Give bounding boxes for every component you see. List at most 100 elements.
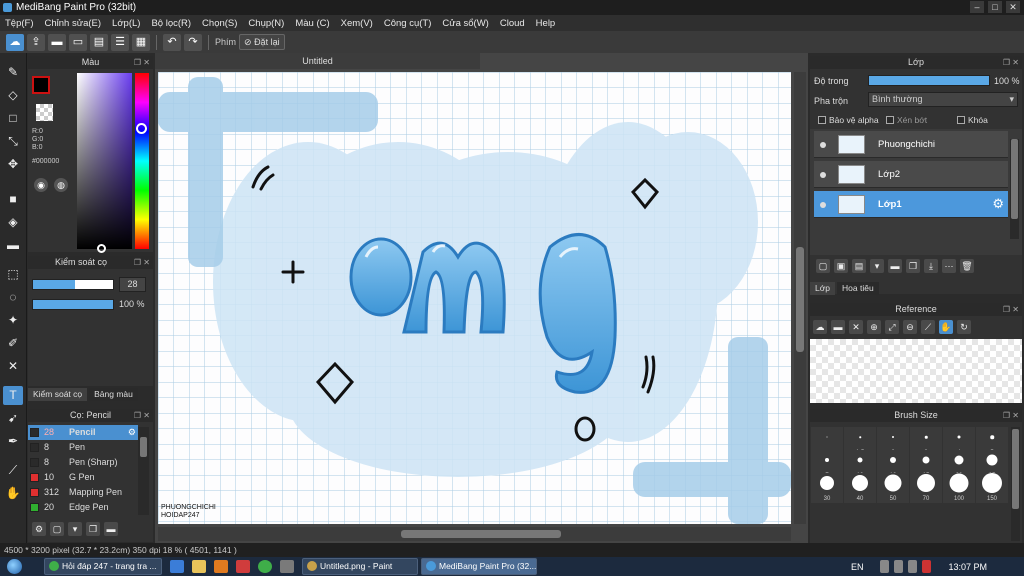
folder-icon[interactable]: ▭ [69, 33, 87, 51]
clock[interactable]: 13:07 PM [949, 562, 988, 572]
brush-size-preset[interactable]: 100 [943, 473, 975, 503]
cloud-icon[interactable]: ☁ [813, 320, 827, 334]
hand-tool-icon[interactable]: ✋ [3, 484, 23, 503]
close-button[interactable]: ✕ [1006, 1, 1020, 13]
saturation-value-picker[interactable] [77, 73, 132, 253]
clipping-option[interactable]: Xén bớt [886, 115, 927, 125]
tray-icon[interactable] [893, 560, 903, 573]
tab-layer[interactable]: Lớp [810, 282, 836, 295]
layer-row[interactable]: Phuongchichi [814, 131, 1008, 158]
eye-icon[interactable] [820, 142, 826, 148]
new-layer-icon[interactable]: ▢ [816, 259, 830, 273]
redo-icon[interactable]: ↷ [184, 33, 202, 51]
brush-size-preset[interactable]: 40 [844, 473, 876, 503]
menu-window[interactable]: Cửa sổ(W) [442, 18, 488, 29]
layer-list-scrollbar[interactable] [1010, 139, 1019, 239]
text-tool-icon[interactable]: T [3, 386, 23, 405]
brush-size-preset[interactable]: 50 [877, 473, 909, 503]
eyedropper-icon[interactable]: ⟋ [921, 320, 935, 334]
zoom-out-icon[interactable]: ⊖ [903, 320, 917, 334]
gear-icon[interactable]: ⚙ [992, 196, 1004, 212]
brush-size-slider[interactable] [32, 279, 114, 290]
hue-slider[interactable] [135, 73, 149, 249]
language-indicator[interactable]: EN [851, 562, 864, 572]
bucket-tool-icon[interactable]: ◈ [3, 213, 23, 232]
background-color-swatch[interactable] [36, 104, 53, 121]
sv-picker-handle[interactable] [97, 244, 106, 253]
brush-opacity-slider[interactable] [32, 299, 114, 310]
network-icon[interactable] [907, 560, 917, 573]
brush-size-scrollbar[interactable] [1011, 427, 1020, 541]
menu-help[interactable]: Help [536, 18, 556, 29]
operation-tool-icon[interactable]: ➹ [3, 409, 23, 428]
brush-item-selected[interactable]: 28 Pencil ⚙ [28, 425, 138, 440]
layer-row-selected[interactable]: Lớp1 ⚙ [814, 191, 1008, 218]
share-icon[interactable]: ⇪ [27, 33, 45, 51]
tray-icon[interactable] [879, 560, 889, 573]
brush-folder-icon[interactable]: ▬ [104, 522, 118, 536]
taskbar-item-medibang[interactable]: MediBang Paint Pro (32... [421, 558, 537, 575]
tab-navigator[interactable]: Hoa tiêu [837, 282, 879, 295]
brush-item[interactable]: 8 Pen [28, 440, 138, 455]
canvas-horizontal-scroll-thumb[interactable] [401, 530, 561, 538]
clipping-checkbox[interactable] [886, 116, 894, 124]
grid-icon[interactable]: ▦ [132, 33, 150, 51]
menu-layer[interactable]: Lớp(L) [112, 18, 140, 29]
foreground-color-swatch[interactable] [32, 76, 50, 94]
tab-brush-control[interactable]: Kiểm soát cọ [28, 388, 88, 401]
merge-layer-icon[interactable]: ⤓ [924, 259, 938, 273]
delete-layer-icon[interactable]: 🗑 [960, 259, 974, 273]
taskbar-item-browser[interactable]: Hỏi đáp 247 - trang tra ... [44, 558, 162, 575]
undo-icon[interactable]: ↶ [163, 33, 181, 51]
maximize-button[interactable]: □ [988, 1, 1002, 13]
brush-list-scroll-thumb[interactable] [140, 437, 147, 457]
brush-size-preset[interactable]: 150 [976, 473, 1008, 503]
move-tool-icon[interactable]: ✥ [3, 155, 23, 174]
lock-option[interactable]: Khóa [957, 115, 988, 125]
tab-palette[interactable]: Bảng màu [89, 388, 138, 401]
canvas-vertical-scrollbar[interactable] [794, 72, 806, 524]
hue-slider-handle[interactable] [136, 123, 147, 134]
lock-checkbox[interactable] [957, 116, 965, 124]
copy-brush-icon[interactable]: ❐ [86, 522, 100, 536]
minimize-button[interactable]: – [970, 1, 984, 13]
brush-size-preset[interactable]: 30 [811, 473, 843, 503]
explorer-icon[interactable] [192, 560, 206, 573]
add-brush-icon[interactable]: ▾ [68, 522, 82, 536]
select-tool-icon[interactable]: ⬚ [3, 265, 23, 284]
cloud-icon[interactable]: ☁ [6, 33, 24, 51]
page-icon[interactable]: ▤ [90, 33, 108, 51]
reference-view[interactable] [810, 339, 1022, 403]
tool-icon[interactable] [280, 560, 294, 573]
folder-icon[interactable]: ▬ [888, 259, 902, 273]
brush-item[interactable]: 8 Pen (Sharp) [28, 455, 138, 470]
brush-item[interactable]: 312 Mapping Pen [28, 485, 138, 500]
document-tab[interactable]: Untitled [155, 53, 480, 69]
menu-file[interactable]: Tệp(F) [5, 18, 34, 29]
canvas-horizontal-scrollbar[interactable] [158, 527, 791, 541]
gradient-tool-icon[interactable]: ▬ [3, 236, 23, 255]
magic-wand-icon[interactable]: ✦ [3, 311, 23, 330]
new-brush-icon[interactable]: ▢ [50, 522, 64, 536]
antivirus-icon[interactable] [921, 560, 931, 573]
layer-settings-icon[interactable]: ⋯ [942, 259, 956, 273]
brush-tool-icon[interactable]: ✎ [3, 63, 23, 82]
select-pen-icon[interactable]: ✐ [3, 334, 23, 353]
layer-list-scroll-thumb[interactable] [1011, 139, 1018, 219]
canvas-vertical-scroll-thumb[interactable] [796, 247, 804, 352]
hand-icon[interactable]: ✋ [939, 320, 953, 334]
eyedropper-icon[interactable]: ⟋ [3, 461, 23, 480]
ie-icon[interactable] [170, 560, 184, 573]
list-icon[interactable]: ☰ [111, 33, 129, 51]
eraser-tool-icon[interactable]: ◇ [3, 86, 23, 105]
layer-opacity-slider[interactable] [868, 75, 990, 86]
dot-tool-icon[interactable]: ⤡ [3, 132, 23, 151]
protect-alpha-checkbox[interactable] [818, 116, 826, 124]
close-icon[interactable]: ✕ [849, 320, 863, 334]
palette-icon[interactable]: ◉ [34, 178, 48, 192]
divide-tool-icon[interactable]: ✒ [3, 432, 23, 451]
brush-size-scroll-thumb[interactable] [1012, 429, 1019, 509]
eye-icon[interactable] [820, 202, 826, 208]
drawing-canvas[interactable]: PHUONGCHICHI HOIDAP247 [158, 72, 791, 524]
rotate-icon[interactable]: ↻ [957, 320, 971, 334]
